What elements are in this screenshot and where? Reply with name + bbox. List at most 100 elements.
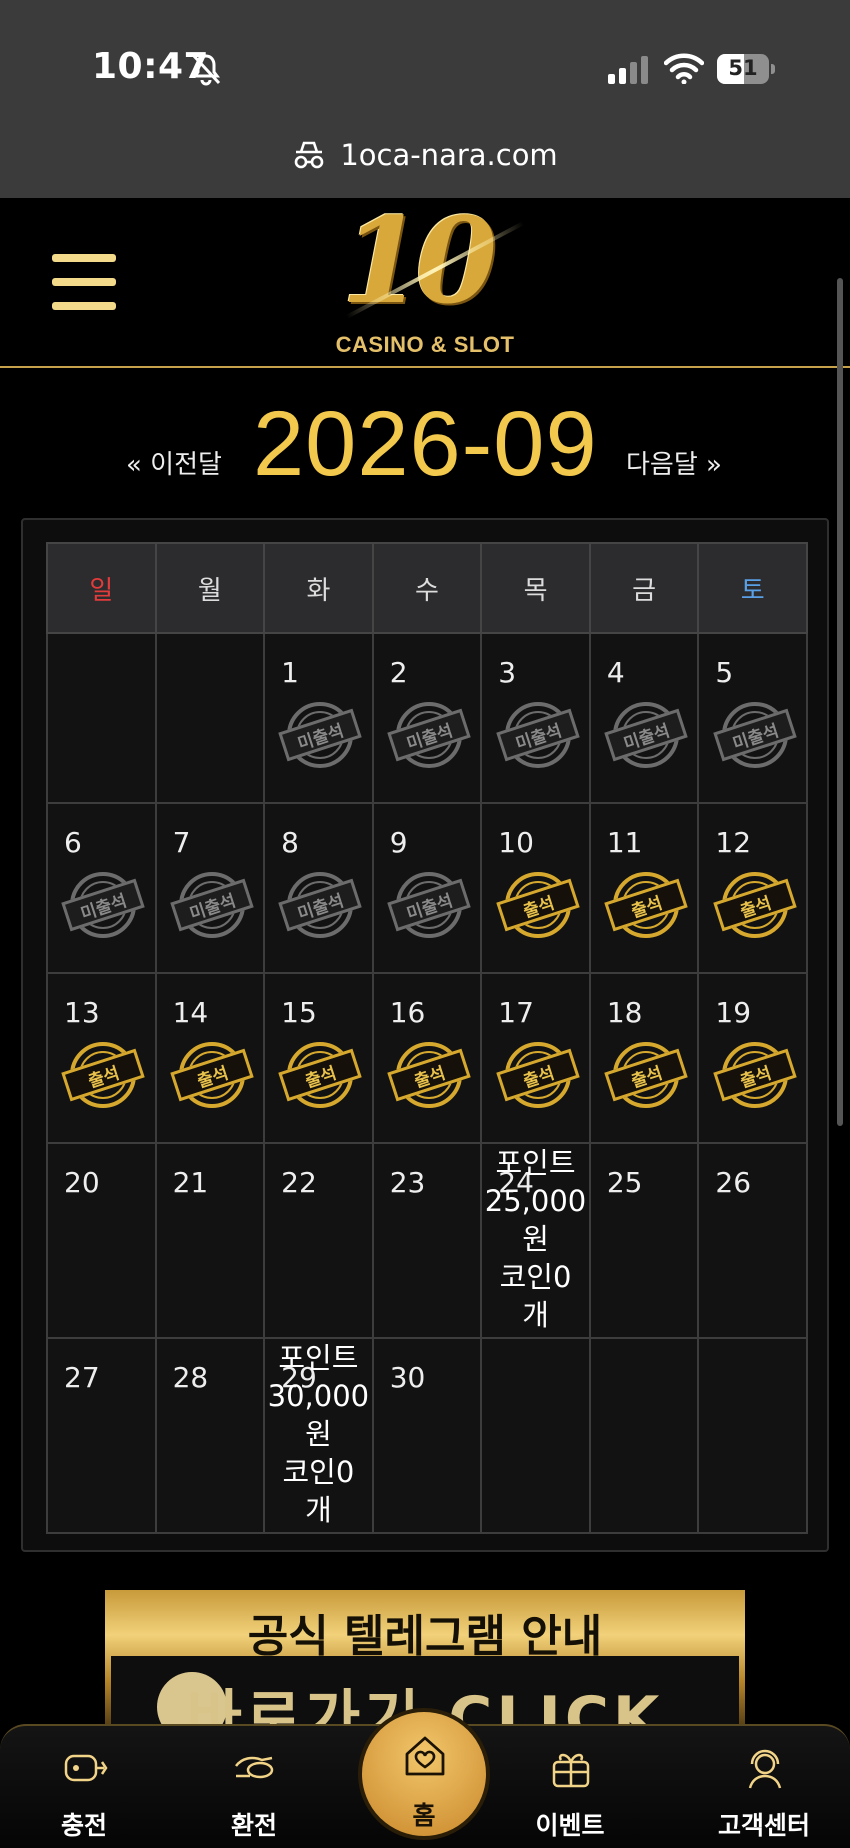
cellular-signal-icon: [608, 56, 648, 84]
calendar-day-cell[interactable]: 29 포인트 30,000 원 코인0 개: [263, 1337, 374, 1534]
day-number: 21: [172, 1166, 209, 1199]
calendar-day-cell[interactable]: 13 출석: [46, 972, 157, 1144]
calendar-day-cell[interactable]: 8 미출석: [263, 802, 374, 974]
reward-line: 개: [305, 1493, 332, 1527]
calendar-day-cell[interactable]: 21: [154, 1142, 266, 1339]
banner-title: 공식 텔레그램 안내: [247, 1611, 603, 1662]
battery-level: 51: [728, 56, 758, 80]
calendar-day-cell[interactable]: 18 출석: [588, 972, 700, 1144]
day-number: 14: [172, 996, 209, 1029]
calendar-day-cell[interactable]: 26: [697, 1142, 808, 1339]
calendar-day-cell[interactable]: 2 미출석: [371, 632, 483, 804]
month-navigation: « 이전달 2026-09 다음달 »: [0, 392, 850, 495]
attendance-calendar: 일 월 화 수 목 금 토 1 미출석 2 미출석 3 미출석 4 미출석 5 미출석 6 미출석 7 미…: [21, 518, 829, 1552]
calendar-empty-cell: [154, 632, 266, 804]
day-number: 27: [64, 1361, 100, 1394]
calendar-day-cell[interactable]: 12 출석: [697, 802, 808, 974]
attended-stamp-icon: 출석: [604, 868, 688, 942]
nav-charge[interactable]: 충전: [24, 1726, 144, 1848]
calendar-week-row: 6 미출석 7 미출석 8 미출석 9 미출석 10 출석 11 출석 12 출석: [46, 802, 808, 974]
day-number: 12: [715, 826, 752, 859]
day-number: 18: [606, 996, 643, 1029]
day-number: 28: [172, 1361, 209, 1394]
nav-home-label: 홈: [412, 1801, 436, 1830]
absent-stamp-icon: 미출석: [278, 698, 363, 772]
calendar-day-cell[interactable]: 1 미출석: [263, 632, 374, 804]
day-number: 19: [715, 996, 752, 1029]
exchange-icon: [235, 1756, 274, 1779]
calendar-day-cell[interactable]: 10 출석: [480, 802, 591, 974]
reward-text: 포인트 25,000 원 코인0 개: [482, 1144, 589, 1334]
weekday-thu: 목: [480, 542, 591, 634]
calendar-day-cell[interactable]: 5 미출석: [697, 632, 808, 804]
calendar-day-cell[interactable]: 6 미출석: [46, 802, 157, 974]
calendar-empty-cell: [480, 1337, 591, 1534]
reward-line: 30,000: [267, 1379, 370, 1413]
nav-exchange[interactable]: 환전: [194, 1726, 314, 1848]
calendar-day-cell[interactable]: 28: [154, 1337, 266, 1534]
calendar-day-cell[interactable]: 24 포인트 25,000 원 코인0 개: [480, 1142, 591, 1339]
day-number: 20: [64, 1166, 100, 1199]
reward-line: 원: [522, 1222, 549, 1256]
nav-event[interactable]: 이벤트: [510, 1726, 630, 1848]
calendar-day-cell[interactable]: 3 미출석: [480, 632, 591, 804]
absent-stamp-icon: 미출석: [61, 868, 146, 942]
site-header: 10 CASINO & SLOT: [0, 198, 850, 368]
weekday-sun: 일: [46, 542, 157, 634]
battery-indicator: 51: [717, 54, 775, 84]
calendar-day-cell[interactable]: 25: [588, 1142, 700, 1339]
prev-month-link[interactable]: « 이전달: [126, 444, 222, 481]
wifi-icon: [664, 53, 704, 84]
calendar-day-cell[interactable]: 23: [371, 1142, 483, 1339]
url-text: 1oca-nara.com: [340, 138, 558, 172]
reward-text: 포인트 30,000 원 코인0 개: [265, 1339, 372, 1529]
weekday-wed: 수: [371, 542, 483, 634]
day-number: 7: [172, 826, 191, 859]
next-month-link[interactable]: 다음달 »: [626, 444, 722, 481]
attended-stamp-icon: 출석: [278, 1038, 363, 1112]
attended-stamp-icon: 출석: [712, 1038, 797, 1112]
calendar-day-cell[interactable]: 27: [46, 1337, 157, 1534]
reward-line: 원: [305, 1417, 332, 1451]
calendar-day-cell[interactable]: 4 미출석: [588, 632, 700, 804]
absent-stamp-icon: 미출석: [495, 698, 580, 772]
site-logo[interactable]: 10 CASINO & SLOT: [315, 202, 535, 358]
absent-stamp-icon: 미출석: [170, 868, 254, 942]
calendar-day-cell[interactable]: 11 출석: [588, 802, 700, 974]
weekday-fri: 금: [588, 542, 700, 634]
reward-line: 개: [522, 1298, 549, 1332]
calendar-day-cell[interactable]: 15 출석: [263, 972, 374, 1144]
logo-number: 10: [341, 191, 497, 330]
calendar-day-cell[interactable]: 22: [263, 1142, 374, 1339]
weekday-header-row: 일 월 화 수 목 금 토: [46, 542, 808, 634]
day-number: 8: [281, 826, 299, 859]
hamburger-menu-icon[interactable]: [52, 254, 116, 310]
nav-home-button[interactable]: 홈: [358, 1708, 490, 1840]
calendar-day-cell[interactable]: 30: [371, 1337, 483, 1534]
nav-support[interactable]: 고객센터: [704, 1726, 824, 1848]
day-number: 3: [498, 656, 517, 689]
calendar-empty-cell: [588, 1337, 700, 1534]
day-number: 11: [606, 826, 643, 859]
calendar-day-cell[interactable]: 9 미출석: [371, 802, 483, 974]
browser-url-bar[interactable]: 1oca-nara.com: [0, 118, 850, 198]
calendar-week-row: 27 28 29 포인트 30,000 원 코인0 개 30: [46, 1337, 808, 1534]
reward-line: 코인0: [499, 1260, 572, 1294]
absent-stamp-icon: 미출석: [712, 698, 797, 772]
calendar-day-cell[interactable]: 16 출석: [371, 972, 483, 1144]
gift-icon: [552, 1753, 590, 1788]
calendar-week-row: 20 21 22 23 24 포인트 25,000 원 코인0 개 25 26: [46, 1142, 808, 1339]
day-number: 13: [64, 996, 100, 1029]
calendar-empty-cell: [697, 1337, 808, 1534]
page-scrollbar[interactable]: [837, 278, 843, 1126]
calendar-day-cell[interactable]: 17 출석: [480, 972, 591, 1144]
month-title: 2026-09: [253, 393, 598, 495]
charge-icon: [64, 1754, 108, 1782]
calendar-day-cell[interactable]: 20: [46, 1142, 157, 1339]
calendar-day-cell[interactable]: 7 미출석: [154, 802, 266, 974]
day-number: 23: [389, 1166, 426, 1199]
calendar-day-cell[interactable]: 19 출석: [697, 972, 808, 1144]
calendar-day-cell[interactable]: 14 출석: [154, 972, 266, 1144]
calendar-grid: 일 월 화 수 목 금 토 1 미출석 2 미출석 3 미출석 4 미출석 5 미출석 6 미출석 7 미…: [46, 542, 808, 1534]
attended-stamp-icon: 출석: [170, 1038, 254, 1112]
